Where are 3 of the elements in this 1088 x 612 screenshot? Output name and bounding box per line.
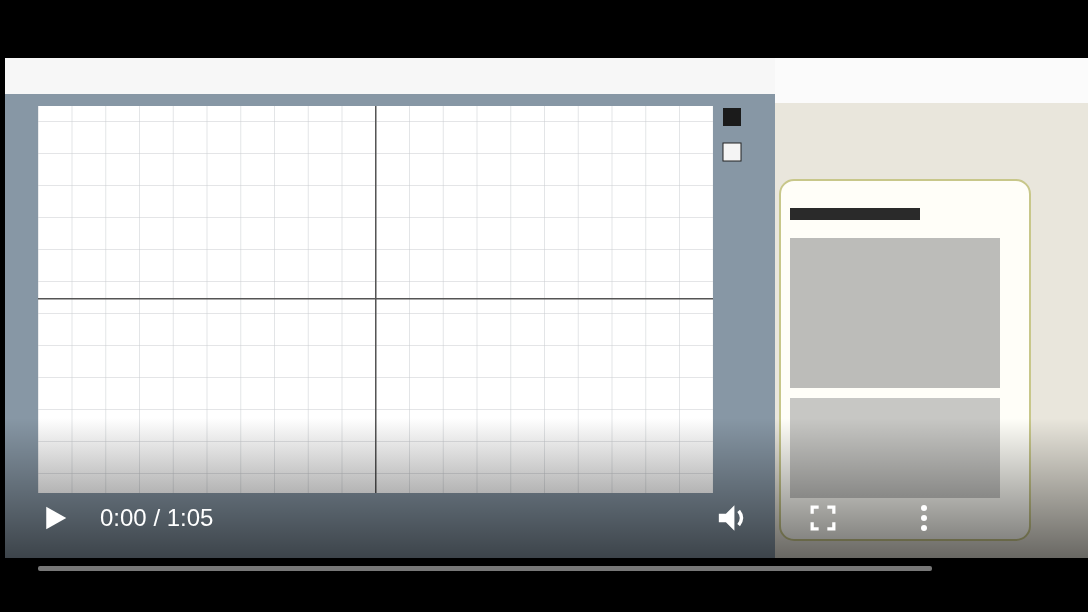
more-options-icon[interactable] — [920, 504, 928, 532]
fullscreen-icon[interactable] — [810, 505, 836, 531]
time-display: 0:00 / 1:05 — [100, 504, 214, 532]
